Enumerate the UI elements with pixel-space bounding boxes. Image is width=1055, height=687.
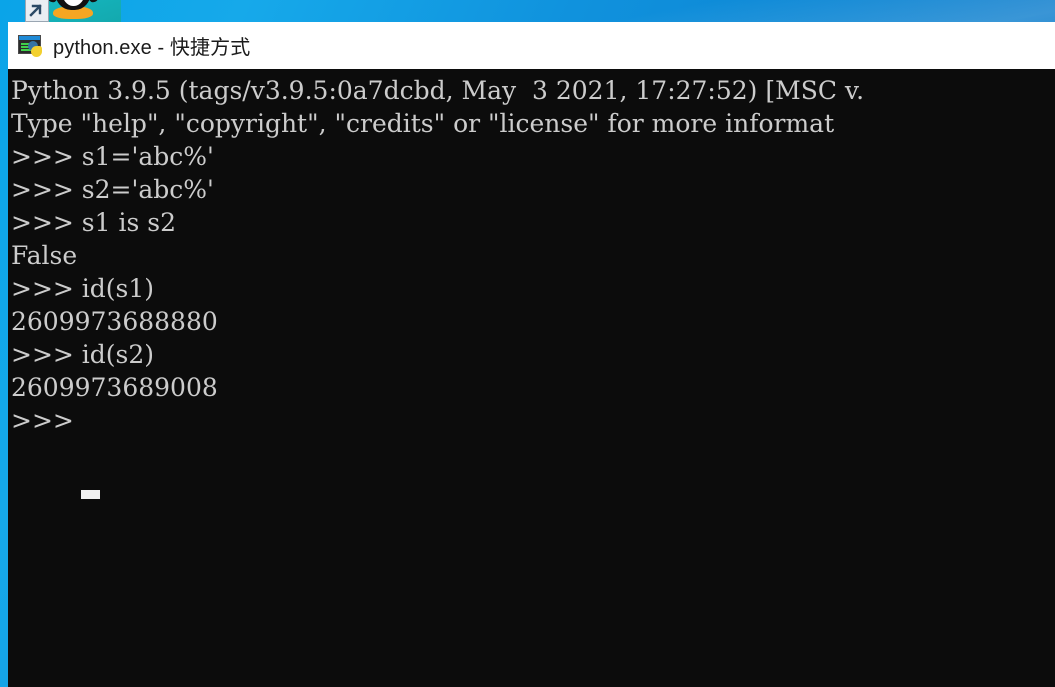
console-line: >>> id(s2) <box>11 340 155 369</box>
console-line: >>> s1='abc%' <box>11 142 214 171</box>
desktop-icon-penguin[interactable] <box>25 0 121 22</box>
window-title: python.exe - 快捷方式 <box>53 37 251 59</box>
window-titlebar[interactable]: python.exe - 快捷方式 <box>8 22 1055 69</box>
console-line: Python 3.9.5 (tags/v3.9.5:0a7dcbd, May 3… <box>11 76 872 105</box>
python-console-window[interactable]: python.exe - 快捷方式 Python 3.9.5 (tags/v3.… <box>8 22 1055 687</box>
console-line: Type "help", "copyright", "credits" or "… <box>11 109 835 138</box>
console-line: False <box>11 241 78 270</box>
console-cursor <box>81 490 100 499</box>
console-titlebar-glyph <box>19 35 40 40</box>
console-prompt-line: >>> <box>11 406 82 435</box>
python-console-icon <box>16 32 44 60</box>
console-output-area[interactable]: Python 3.9.5 (tags/v3.9.5:0a7dcbd, May 3… <box>8 69 1055 687</box>
console-line: >>> s1 is s2 <box>11 208 176 237</box>
shortcut-arrow-icon <box>25 0 49 22</box>
console-line: >>> id(s1) <box>11 274 155 303</box>
python-snake-yellow <box>31 45 42 57</box>
console-line: 2609973688880 <box>11 307 218 336</box>
console-line: 2609973689008 <box>11 373 218 402</box>
console-line: >>> s2='abc%' <box>11 175 214 204</box>
